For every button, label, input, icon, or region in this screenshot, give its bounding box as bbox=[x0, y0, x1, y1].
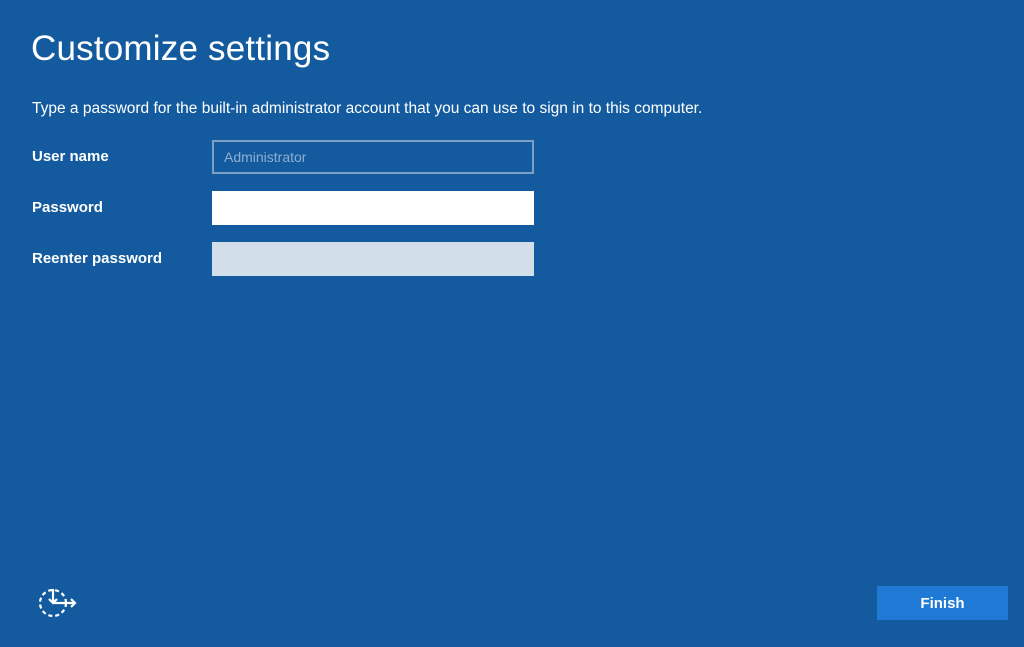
password-label: Password bbox=[32, 199, 103, 216]
reenter-password-label: Reenter password bbox=[32, 250, 163, 267]
page-title: Customize settings bbox=[31, 29, 331, 68]
ease-of-access-icon[interactable] bbox=[38, 586, 78, 620]
finish-button[interactable]: Finish bbox=[877, 586, 1008, 620]
username-label: User name bbox=[32, 148, 109, 165]
page-description: Type a password for the built-in adminis… bbox=[32, 100, 703, 117]
setup-screen: Customize settings Type a password for t… bbox=[0, 0, 1024, 647]
username-field bbox=[212, 140, 534, 174]
reenter-password-field[interactable] bbox=[212, 242, 534, 276]
password-field[interactable] bbox=[212, 191, 534, 225]
